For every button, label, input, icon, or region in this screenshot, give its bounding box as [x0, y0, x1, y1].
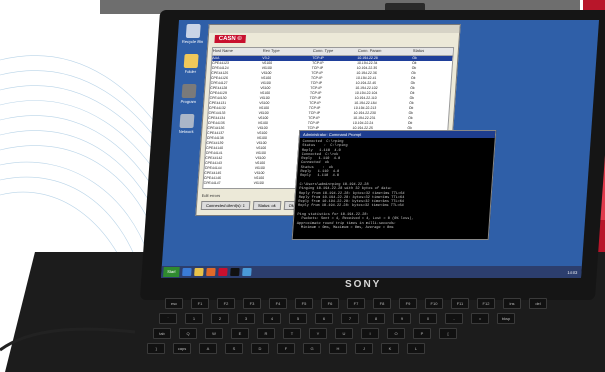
- key[interactable]: F: [277, 343, 295, 354]
- desktop-icon-image: [183, 54, 199, 68]
- desktop-icon-label: Folder: [184, 69, 197, 74]
- media-icon[interactable]: [206, 268, 216, 276]
- brand-logo: SONY: [345, 279, 382, 290]
- table-cell: CPE44147: [203, 181, 221, 185]
- desktop-icon-label: Network: [178, 129, 194, 134]
- desktop-icon[interactable]: Folder: [179, 54, 202, 74]
- desktop-icon[interactable]: Network: [175, 114, 198, 134]
- key[interactable]: G: [303, 343, 321, 354]
- key[interactable]: R: [257, 328, 275, 339]
- key[interactable]: Y: [309, 328, 327, 339]
- key[interactable]: del: [529, 298, 547, 309]
- key[interactable]: D: [251, 343, 269, 354]
- usb-cable: [0, 327, 136, 352]
- taskbar-icons: [179, 268, 252, 276]
- table-header: Host Name Rev Type Conn. Type Conn. Param St…: [212, 48, 454, 56]
- key[interactable]: F11: [451, 298, 469, 309]
- key[interactable]: `: [159, 313, 177, 324]
- key[interactable]: 4: [263, 313, 281, 324]
- key[interactable]: tab: [153, 328, 171, 339]
- key[interactable]: F3: [243, 298, 261, 309]
- key[interactable]: S: [225, 343, 243, 354]
- key[interactable]: 7: [341, 313, 359, 324]
- desktop-icon[interactable]: Recycle Bin: [181, 24, 204, 44]
- network-icon[interactable]: [242, 268, 252, 276]
- key[interactable]: L: [407, 343, 425, 354]
- desktop-icon-image: [181, 84, 197, 98]
- app-button[interactable]: Connected client(s): 1: [200, 201, 251, 210]
- key[interactable]: F9: [399, 298, 417, 309]
- key[interactable]: 3: [237, 313, 255, 324]
- desktop-icon-label: Recycle Bin: [181, 39, 204, 44]
- app-button[interactable]: Status: ok: [252, 201, 282, 210]
- terminal-output: Connected C:\>ping Status : C:\>ping Rep…: [296, 140, 414, 230]
- app-icon[interactable]: [218, 268, 228, 276]
- explorer-icon[interactable]: [194, 268, 204, 276]
- keyboard: esc F1 F2 F3 F4 F5 F6 F7 F8 F9 F10 F11 F12 ins del ` 1 2 3…: [135, 298, 605, 368]
- key[interactable]: P: [413, 328, 431, 339]
- key[interactable]: 2: [211, 313, 229, 324]
- desktop-icon-label: Program: [180, 99, 197, 104]
- taskbar: Start 14:03: [160, 266, 582, 278]
- column-header[interactable]: Conn. Param: [358, 48, 413, 55]
- key[interactable]: 1: [185, 313, 203, 324]
- key[interactable]: W: [205, 328, 223, 339]
- key[interactable]: 5: [289, 313, 307, 324]
- app-titlebar[interactable]: [209, 25, 460, 33]
- taskbar-clock: 14:03: [567, 269, 578, 275]
- desktop-icon[interactable]: Program: [177, 84, 200, 104]
- key[interactable]: U: [335, 328, 353, 339]
- key[interactable]: =: [471, 313, 489, 324]
- start-button[interactable]: Start: [163, 267, 180, 277]
- cmd-icon[interactable]: [230, 268, 240, 276]
- key[interactable]: J: [355, 343, 373, 354]
- key[interactable]: O: [387, 328, 405, 339]
- key[interactable]: esc: [165, 298, 183, 309]
- key[interactable]: H: [329, 343, 347, 354]
- key[interactable]: K: [381, 343, 399, 354]
- column-header[interactable]: Status: [413, 48, 453, 55]
- key[interactable]: F5: [295, 298, 313, 309]
- key[interactable]: T: [283, 328, 301, 339]
- key[interactable]: F4: [269, 298, 287, 309]
- key[interactable]: Q: [179, 328, 197, 339]
- command-prompt-window[interactable]: Administrator: Command Prompt Connected …: [291, 130, 497, 240]
- key[interactable]: F6: [321, 298, 339, 309]
- key[interactable]: 6: [315, 313, 333, 324]
- column-header[interactable]: Conn. Type: [313, 48, 358, 55]
- key[interactable]: A: [199, 343, 217, 354]
- key[interactable]: F12: [477, 298, 495, 309]
- desktop-icon-image: [179, 114, 195, 128]
- ie-icon[interactable]: [182, 268, 192, 276]
- key[interactable]: 9: [393, 313, 411, 324]
- column-header[interactable]: Rev Type: [263, 48, 313, 55]
- key[interactable]: F2: [217, 298, 235, 309]
- key[interactable]: [: [439, 328, 457, 339]
- app-logo: CASN ©: [214, 35, 247, 43]
- key[interactable]: caps: [173, 343, 191, 354]
- desktop-icon-image: [185, 24, 201, 38]
- key[interactable]: E: [231, 328, 249, 339]
- key[interactable]: F8: [373, 298, 391, 309]
- column-header[interactable]: Host Name: [213, 48, 263, 55]
- key[interactable]: bksp: [497, 313, 515, 324]
- laptop-screen: Recycle Bin Folder Program Network CASN © H…: [160, 20, 600, 278]
- key[interactable]: 8: [367, 313, 385, 324]
- key[interactable]: -: [445, 313, 463, 324]
- key[interactable]: ]: [147, 343, 165, 354]
- key[interactable]: F7: [347, 298, 365, 309]
- key[interactable]: I: [361, 328, 379, 339]
- status-text: Edit errors: [201, 193, 221, 198]
- key[interactable]: 0: [419, 313, 437, 324]
- terminal-title[interactable]: Administrator: Command Prompt: [299, 131, 496, 138]
- key[interactable]: F10: [425, 298, 443, 309]
- key[interactable]: ins: [503, 298, 521, 309]
- key[interactable]: F1: [191, 298, 209, 309]
